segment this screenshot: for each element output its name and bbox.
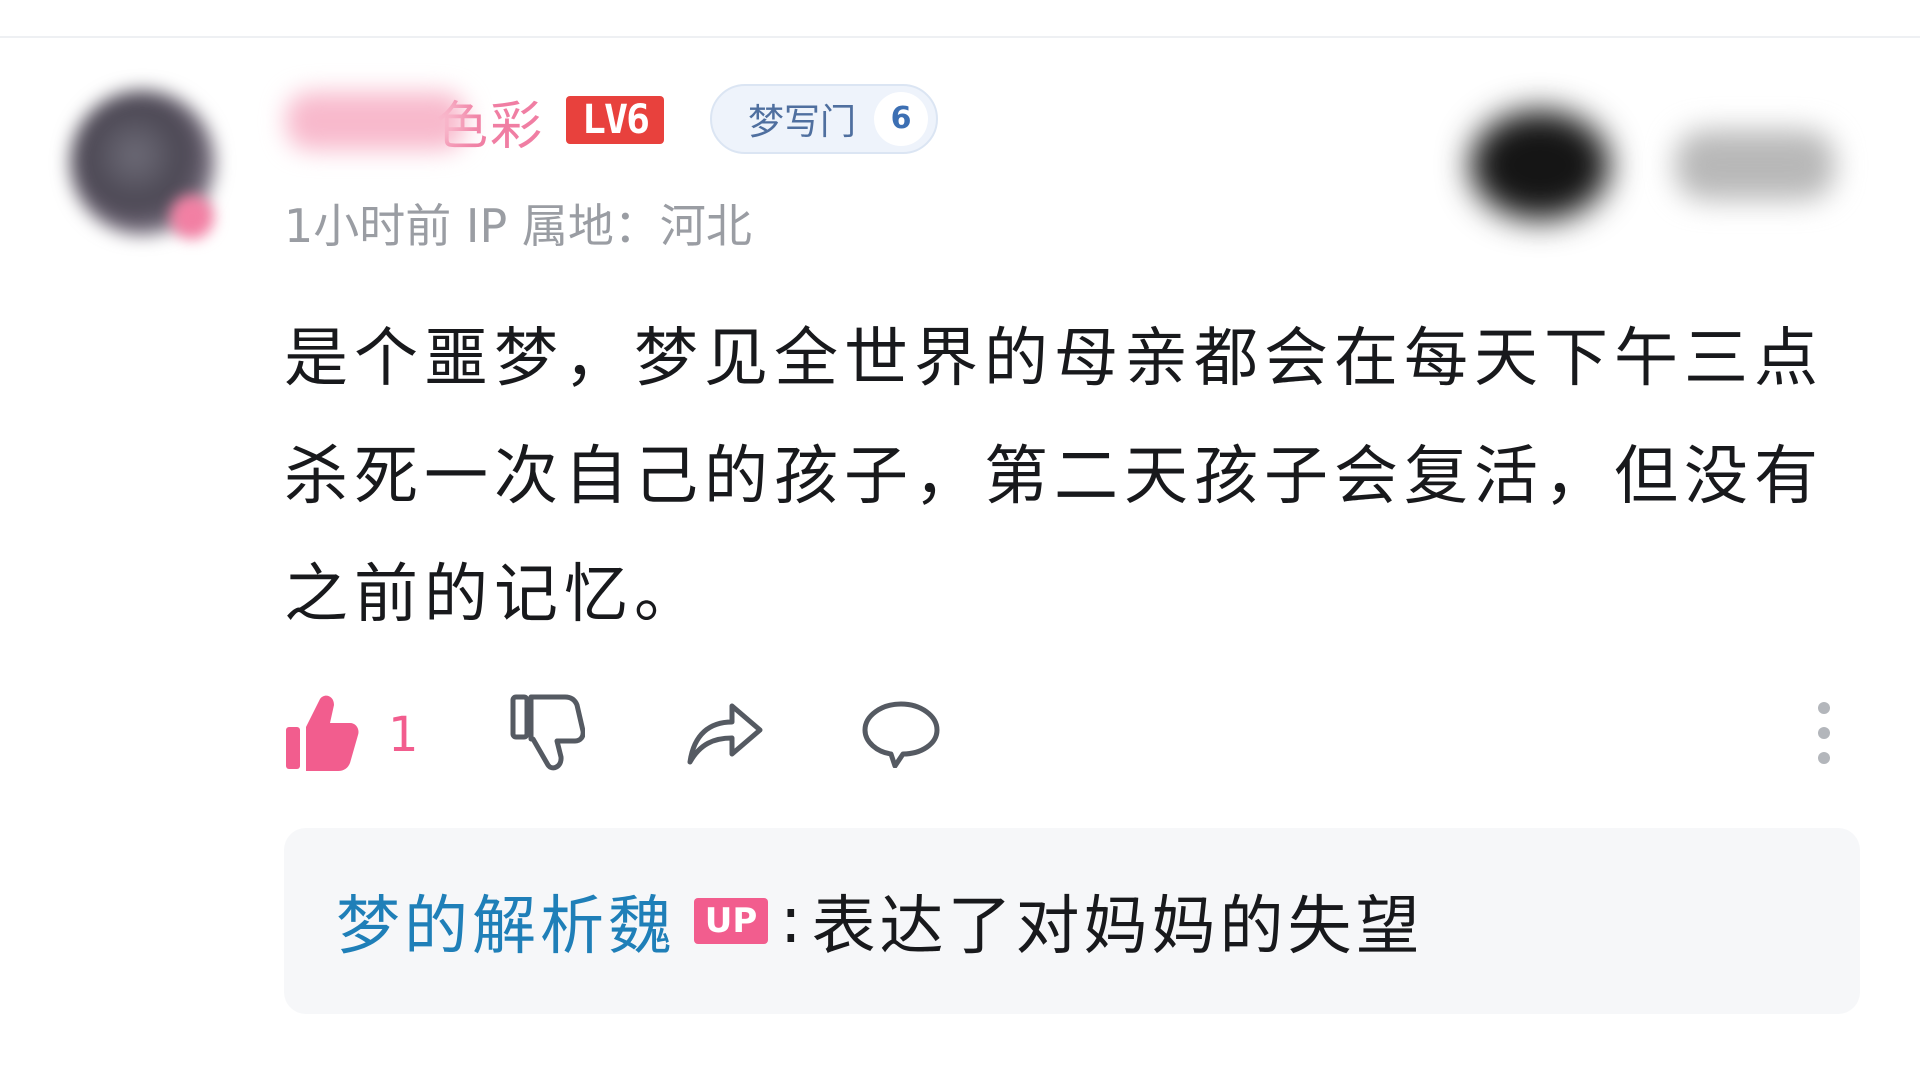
- more-button[interactable]: [1794, 690, 1854, 780]
- sub-reply: 梦的解析魏 UP : 表达了对妈妈的失望: [336, 880, 1424, 964]
- level-badge: LV6: [566, 96, 664, 144]
- fan-medal-level: 6: [874, 92, 929, 146]
- more-vertical-icon: [1814, 698, 1834, 772]
- thumbs-down-icon: [509, 693, 586, 777]
- blurred-decoration: [1470, 110, 1610, 220]
- divider: [0, 36, 1920, 38]
- username[interactable]: 色彩: [286, 86, 544, 157]
- fan-medal-label: 梦写门: [748, 102, 857, 143]
- fan-medal[interactable]: 梦写门 6: [710, 84, 939, 154]
- username-blurred: [286, 92, 466, 150]
- comment-time: 1小时前: [284, 199, 452, 253]
- share-button[interactable]: [679, 690, 769, 780]
- like-count: 1: [388, 707, 419, 763]
- share-icon: [684, 698, 764, 772]
- thumbs-up-icon: [284, 693, 360, 777]
- action-bar: 1: [284, 690, 1844, 780]
- sub-reply-author[interactable]: 梦的解析魏: [336, 875, 676, 967]
- ip-location: IP 属地：河北: [465, 199, 752, 253]
- blurred-decoration: [1675, 130, 1835, 200]
- avatar-badge: [170, 195, 214, 239]
- comment-meta: 1小时前 IP 属地：河北: [284, 190, 752, 256]
- sub-reply-separator: :: [780, 884, 802, 958]
- comment-card: 色彩 LV6 梦写门 6 1小时前 IP 属地：河北 是个噩梦，梦见全世界的母亲…: [0, 0, 1920, 1080]
- dislike-button[interactable]: [502, 690, 592, 780]
- comment-text: 是个噩梦，梦见全世界的母亲都会在每天下午三点杀死一次自己的孩子，第二天孩子会复活…: [284, 322, 1824, 632]
- comment-bubble-icon: [861, 698, 941, 772]
- up-badge: UP: [694, 898, 768, 944]
- like-button[interactable]: 1: [284, 690, 419, 780]
- sub-reply-box[interactable]: 梦的解析魏 UP : 表达了对妈妈的失望: [284, 828, 1860, 1014]
- sub-reply-text: 表达了对妈妈的失望: [811, 890, 1424, 964]
- reply-button[interactable]: [856, 690, 946, 780]
